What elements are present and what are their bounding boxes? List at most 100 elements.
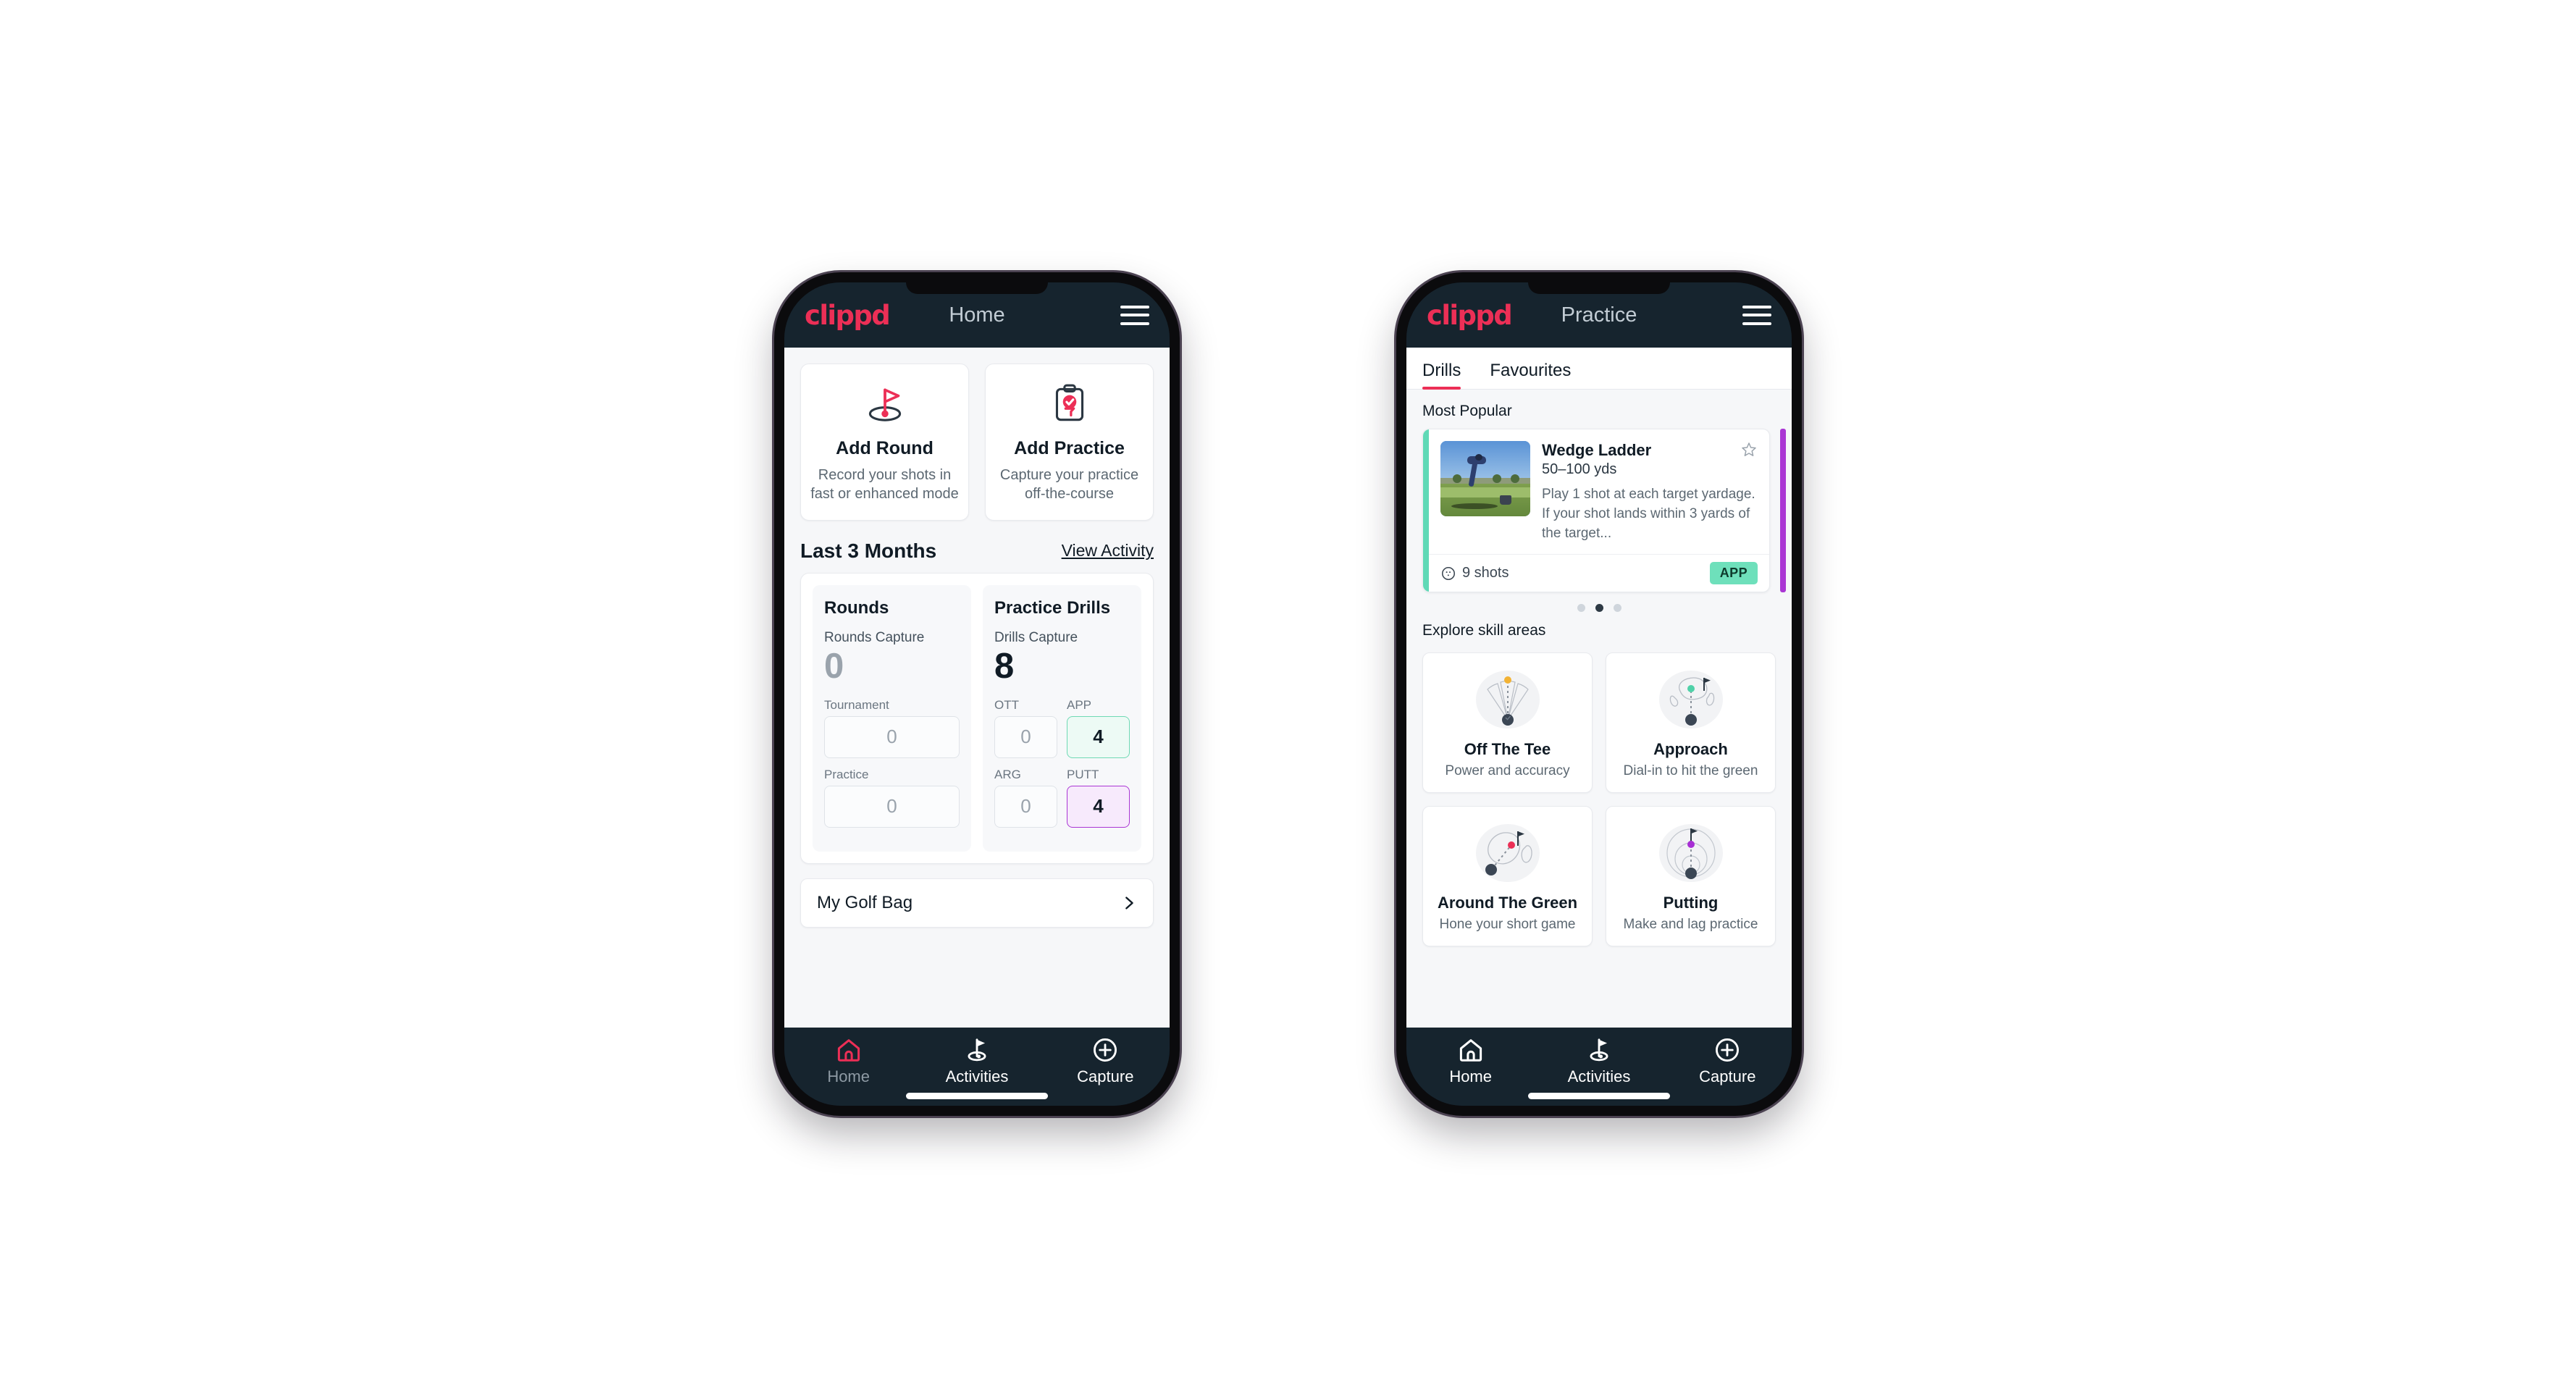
target-circle-icon <box>1441 566 1456 580</box>
tournament-value[interactable]: 0 <box>824 715 960 758</box>
clippd-logo[interactable]: clippd <box>1427 302 1513 329</box>
tee-shot-fan-icon <box>1475 671 1540 729</box>
practice-tabs: Drills Favourites <box>1406 348 1792 390</box>
nav-label-capture: Capture <box>1077 1067 1134 1085</box>
tournament-field-group: Tournament 0 <box>824 698 960 758</box>
home-indicator <box>906 1093 1048 1099</box>
hamburger-menu-icon[interactable] <box>1742 305 1771 325</box>
skill-card-putting[interactable]: Putting Make and lag practice <box>1606 806 1776 947</box>
hamburger-menu-icon[interactable] <box>1120 305 1149 325</box>
practice-field-group: Practice 0 <box>824 768 960 828</box>
screenshot-canvas: clippd Home Add Round Record your shots … <box>0 0 2576 1386</box>
phone-notch <box>1528 282 1670 294</box>
carousel-dot[interactable] <box>1613 604 1621 613</box>
drills-heading: Practice Drills <box>994 597 1111 618</box>
phone-notch <box>906 282 1048 294</box>
add-practice-card[interactable]: Add Practice Capture your practice off-t… <box>985 364 1154 521</box>
arg-field-group: ARG 0 <box>994 768 1057 837</box>
app-value[interactable]: 4 <box>1067 715 1130 758</box>
app-field-group: APP 4 <box>1067 698 1130 768</box>
nav-label-activities: Activities <box>1567 1067 1631 1085</box>
skill-title: Off The Tee <box>1464 740 1551 759</box>
skill-card-off-the-tee[interactable]: Off The Tee Power and accuracy <box>1422 652 1593 794</box>
carousel-dot[interactable] <box>1577 604 1585 613</box>
drill-skill-badge: APP <box>1709 562 1758 585</box>
star-outline-icon[interactable] <box>1740 441 1758 458</box>
carousel-dots <box>1406 592 1792 615</box>
home-icon <box>837 1039 860 1062</box>
plus-circle-icon <box>1716 1038 1740 1062</box>
nav-item-capture[interactable]: Capture <box>1673 1036 1782 1085</box>
drills-capture-label: Drills Capture <box>994 629 1078 645</box>
putt-label: PUTT <box>1067 767 1099 781</box>
drill-title: Wedge Ladder <box>1542 441 1652 459</box>
ott-value[interactable]: 0 <box>994 715 1057 758</box>
nav-label-home: Home <box>827 1067 870 1085</box>
golf-flag-hole-icon <box>868 388 901 421</box>
home-indicator <box>1528 1093 1670 1099</box>
drill-shots-label: 9 shots <box>1462 565 1509 581</box>
skill-subtitle: Dial-in to hit the green <box>1623 763 1758 779</box>
arg-value[interactable]: 0 <box>994 785 1057 828</box>
practice-value[interactable]: 0 <box>824 785 960 828</box>
explore-skill-areas-label: Explore skill areas <box>1422 622 1546 639</box>
card-accent-bar <box>1423 429 1429 592</box>
drills-stat-column: Practice Drills Drills Capture 8 OTT 0 A… <box>983 584 1141 852</box>
skill-title: Approach <box>1653 740 1728 759</box>
nav-item-home[interactable]: Home <box>794 1036 903 1085</box>
plus-circle-icon <box>1094 1038 1117 1062</box>
nav-item-home[interactable]: Home <box>1417 1036 1525 1085</box>
drill-description: Play 1 shot at each target yardage. If y… <box>1542 487 1755 542</box>
arg-label: ARG <box>994 767 1021 781</box>
skill-card-around-the-green[interactable]: Around The Green Hone your short game <box>1422 806 1593 947</box>
nav-label-home: Home <box>1449 1067 1492 1085</box>
practice-label: Practice <box>824 767 869 781</box>
drill-card-next-peek[interactable] <box>1780 429 1786 593</box>
view-activity-link[interactable]: View Activity <box>1062 541 1154 560</box>
add-round-subtitle: Record your shots in fast or enhanced mo… <box>810 467 959 503</box>
drill-yardage: 50–100 yds <box>1542 461 1617 478</box>
drill-carousel[interactable]: Wedge Ladder 50–100 yds Play 1 shot at e… <box>1406 429 1792 593</box>
nav-item-activities[interactable]: Activities <box>1545 1036 1653 1085</box>
rounds-heading: Rounds <box>824 597 889 618</box>
drill-card-wedge-ladder[interactable]: Wedge Ladder 50–100 yds Play 1 shot at e… <box>1422 429 1770 593</box>
chip-around-green-icon <box>1475 824 1540 883</box>
nav-item-activities[interactable]: Activities <box>923 1036 1031 1085</box>
putt-value[interactable]: 4 <box>1067 785 1130 828</box>
bottom-nav-home: Home Activities Capture <box>784 1028 1170 1106</box>
add-round-card[interactable]: Add Round Record your shots in fast or e… <box>800 364 969 521</box>
chevron-right-icon <box>1125 896 1133 910</box>
quick-actions-row: Add Round Record your shots in fast or e… <box>784 348 1170 521</box>
last-3-months-header: Last 3 Months View Activity <box>784 521 1170 573</box>
skill-title: Putting <box>1663 894 1719 912</box>
most-popular-label: Most Popular <box>1422 403 1512 419</box>
ott-app-row: OTT 0 APP 4 <box>994 698 1130 768</box>
nav-label-activities: Activities <box>945 1067 1009 1085</box>
app-label: APP <box>1067 697 1092 712</box>
rounds-capture-label: Rounds Capture <box>824 629 925 645</box>
skill-card-approach[interactable]: Approach Dial-in to hit the green <box>1606 652 1776 794</box>
clippd-logo[interactable]: clippd <box>805 302 891 329</box>
drill-card-footer: 9 shots APP <box>1429 554 1769 592</box>
rounds-capture-value: 0 <box>824 646 844 686</box>
ott-field-group: OTT 0 <box>994 698 1057 768</box>
add-round-title: Add Round <box>836 438 934 458</box>
golf-flag-icon <box>968 1038 986 1062</box>
skill-subtitle: Power and accuracy <box>1445 763 1570 779</box>
stats-card: Rounds Rounds Capture 0 Tournament 0 Pra… <box>800 572 1154 864</box>
tab-drills[interactable]: Drills <box>1422 361 1480 390</box>
carousel-dot-active[interactable] <box>1595 604 1603 613</box>
skill-title: Around The Green <box>1437 894 1578 912</box>
phone-practice: clippd Practice Drills Favourites Most P… <box>1396 272 1802 1116</box>
drills-capture-value: 8 <box>994 646 1015 686</box>
my-golf-bag-row[interactable]: My Golf Bag <box>800 878 1154 928</box>
tournament-label: Tournament <box>824 697 889 712</box>
nav-item-capture[interactable]: Capture <box>1051 1036 1159 1085</box>
skill-areas-grid: Off The Tee Power and accuracy Approach … <box>1406 648 1792 947</box>
phone-home: clippd Home Add Round Record your shots … <box>774 272 1180 1116</box>
add-practice-subtitle: Capture your practice off-the-course <box>999 467 1139 503</box>
drill-shots: 9 shots <box>1440 565 1509 581</box>
arg-putt-row: ARG 0 PUTT 4 <box>994 768 1130 837</box>
rounds-stat-column: Rounds Rounds Capture 0 Tournament 0 Pra… <box>813 584 971 852</box>
tab-favourites[interactable]: Favourites <box>1480 361 1581 389</box>
